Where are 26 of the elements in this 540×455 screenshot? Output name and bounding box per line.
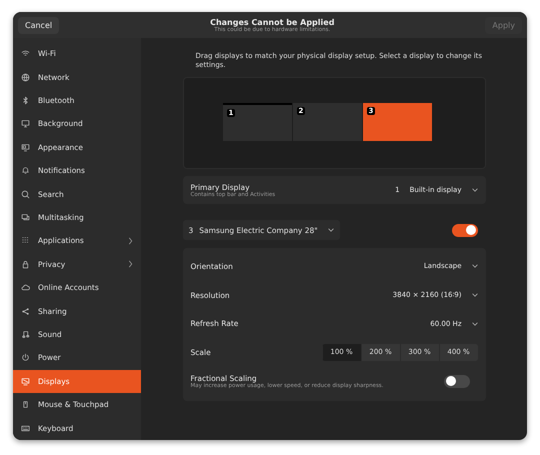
chevron-down-icon — [472, 293, 478, 298]
music-note-icon — [21, 330, 30, 340]
grid-icon — [21, 236, 30, 246]
monitor-icon — [21, 142, 30, 152]
cancel-button[interactable]: Cancel — [18, 16, 60, 34]
monitor-toggle[interactable] — [452, 224, 478, 236]
wifi-icon — [21, 49, 30, 58]
globe-icon — [21, 72, 30, 82]
cloud-icon — [21, 283, 30, 292]
power-icon — [21, 353, 30, 362]
chevron-down-icon — [328, 228, 334, 232]
bell-icon — [21, 166, 30, 176]
chevron-down-icon — [472, 188, 478, 192]
monitor-icon — [21, 376, 30, 386]
monitor-icon — [21, 119, 30, 128]
search-icon — [21, 190, 30, 199]
share-icon — [21, 306, 30, 316]
lock-icon — [21, 260, 30, 269]
keyboard-icon — [21, 424, 30, 433]
window-title: Changes Cannot be Applied — [210, 18, 334, 26]
chevron-down-icon — [472, 264, 478, 268]
fractional-scaling-toggle[interactable] — [444, 374, 470, 388]
windows-icon — [21, 213, 30, 222]
bluetooth-icon — [21, 96, 30, 106]
chevron-down-icon — [472, 322, 478, 326]
mouse-icon — [21, 400, 30, 410]
